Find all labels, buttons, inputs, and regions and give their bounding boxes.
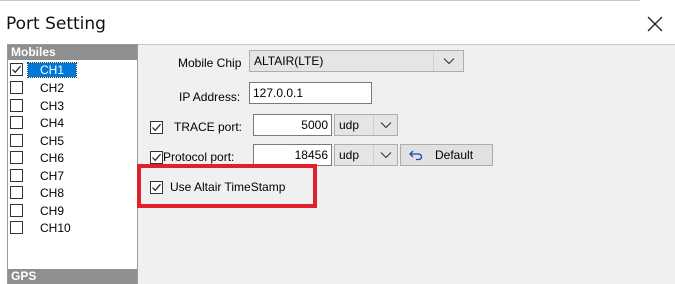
chevron-down-icon — [380, 152, 392, 159]
channel-label: CH6 — [40, 151, 65, 165]
ip-address-label: IP Address: — [179, 90, 241, 104]
trace-port-label: TRACE port: — [174, 120, 243, 134]
dropdown-arrow — [433, 51, 463, 71]
default-button[interactable]: Default — [400, 144, 493, 166]
channel-checkbox[interactable] — [10, 151, 23, 164]
undo-icon — [409, 150, 423, 161]
checkmark-icon — [152, 153, 161, 162]
window-title: Port Setting — [6, 14, 106, 34]
channel-item-ch9[interactable]: CH9 — [8, 202, 137, 220]
default-button-label: Default — [435, 148, 474, 162]
channel-label: CH9 — [40, 203, 65, 218]
channel-checkbox[interactable] — [10, 186, 23, 199]
channel-label: CH3 — [40, 98, 65, 113]
chevron-down-icon — [443, 58, 455, 65]
mobile-chip-select[interactable]: ALTAIR(LTE) — [249, 50, 464, 72]
checkmark-icon — [12, 65, 21, 74]
dropdown-arrow — [373, 145, 397, 165]
channel-label: CH4 — [40, 116, 65, 130]
chevron-down-icon — [380, 122, 392, 129]
trace-port-checkbox[interactable] — [150, 121, 163, 134]
dropdown-arrow — [373, 115, 397, 135]
channel-label: CH5 — [40, 133, 65, 148]
mobile-chip-value: ALTAIR(LTE) — [254, 54, 324, 68]
channel-item-ch6[interactable]: CH6 — [8, 149, 137, 167]
channel-item-ch8[interactable]: CH8 — [8, 184, 137, 202]
channel-checkbox[interactable] — [10, 98, 23, 112]
group-header-gps[interactable]: GPS — [8, 269, 137, 284]
channel-item-ch10[interactable]: CH10 — [8, 219, 137, 237]
protocol-port-input[interactable]: 18456 — [253, 144, 332, 166]
protocol-protocol-value: udp — [339, 148, 360, 162]
trace-port-input[interactable]: 5000 — [253, 114, 332, 136]
channel-checkbox[interactable] — [10, 203, 23, 217]
trace-protocol-value: udp — [339, 118, 360, 132]
protocol-port-label: Protocol port: — [163, 150, 235, 164]
channel-checkbox[interactable] — [10, 81, 23, 94]
window-top-border — [0, 0, 640, 1]
channel-label: CH7 — [40, 168, 65, 183]
channel-checkbox[interactable] — [10, 221, 23, 234]
channel-item-ch2[interactable]: CH2 — [8, 79, 137, 97]
trace-protocol-select[interactable]: udp — [334, 114, 398, 136]
channel-item-ch1[interactable]: CH1 — [8, 61, 137, 79]
channel-item-ch4[interactable]: CH4 — [8, 114, 137, 132]
channel-checkbox[interactable] — [10, 116, 23, 129]
channel-label: CH2 — [40, 81, 65, 95]
checkmark-icon — [152, 123, 161, 132]
group-header-mobiles[interactable]: Mobiles — [8, 45, 137, 60]
highlight-annotation-box — [137, 164, 317, 208]
title-bar: Port Setting — [0, 5, 675, 39]
close-icon — [647, 16, 663, 32]
channel-label: CH8 — [40, 186, 65, 200]
channel-item-ch7[interactable]: CH7 — [8, 167, 137, 185]
channel-item-ch3[interactable]: CH3 — [8, 97, 137, 115]
channel-label: CH10 — [40, 221, 71, 235]
protocol-protocol-select[interactable]: udp — [334, 144, 398, 166]
channel-checkbox[interactable] — [10, 133, 23, 147]
mobile-chip-label: Mobile Chip — [178, 56, 242, 70]
protocol-port-checkbox[interactable] — [150, 151, 163, 164]
channel-list-panel: Mobiles CH1 CH2 CH3 CH4 CH5 CH6 CH7 CH8 … — [7, 44, 138, 284]
channel-label: CH1 — [26, 62, 78, 78]
channel-checkbox[interactable] — [10, 168, 23, 182]
ip-address-input[interactable]: 127.0.0.1 — [249, 82, 372, 104]
close-button[interactable] — [642, 11, 668, 37]
channel-checkbox[interactable] — [10, 63, 23, 76]
channel-item-ch5[interactable]: CH5 — [8, 132, 137, 150]
